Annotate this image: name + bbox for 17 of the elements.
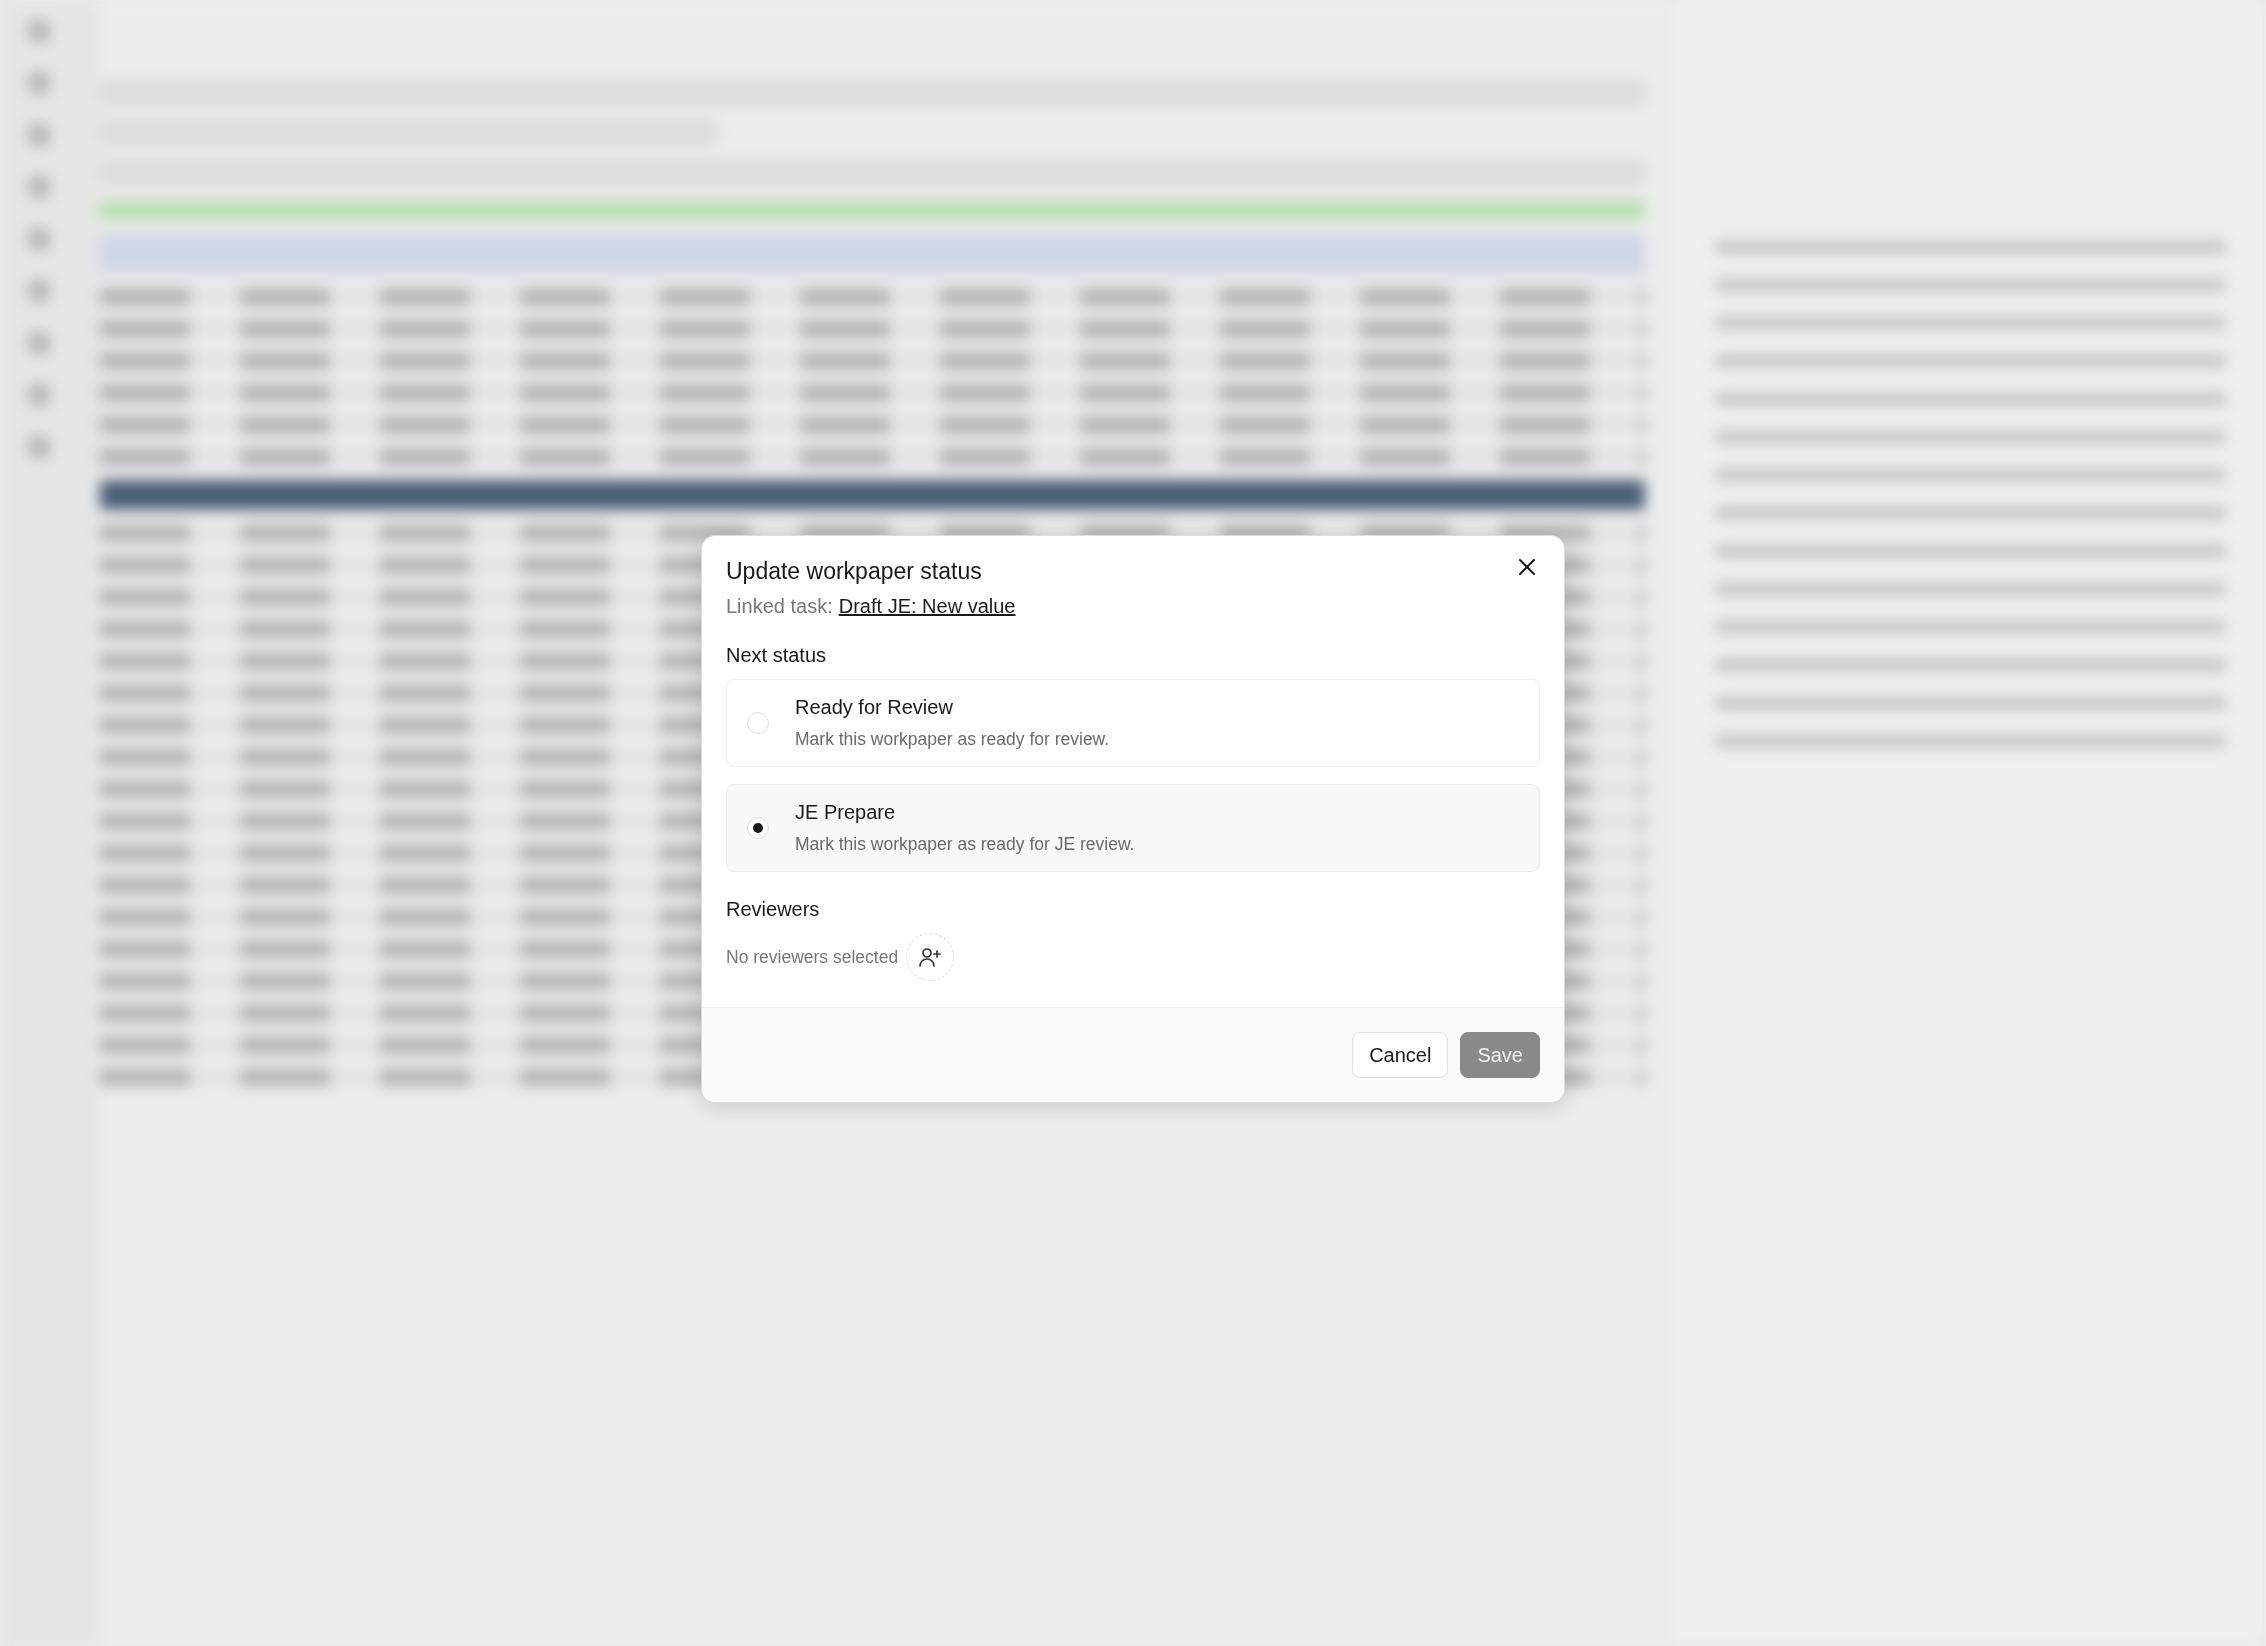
radio-button[interactable] bbox=[747, 712, 769, 734]
status-option[interactable]: JE Prepare Mark this workpaper as ready for JE review. bbox=[726, 784, 1540, 872]
radio-button[interactable] bbox=[747, 817, 769, 839]
option-label: Ready for Review bbox=[795, 696, 954, 719]
option-label: JE Prepare bbox=[795, 801, 897, 824]
cancel-button[interactable]: Cancel bbox=[1352, 1032, 1449, 1078]
next-status-heading: Next status bbox=[726, 644, 828, 667]
dialog-title: Update workpaper status bbox=[726, 558, 982, 585]
option-description: Mark this workpaper as ready for JE review. bbox=[795, 834, 1135, 855]
linked-task-link[interactable]: Draft JE: New value bbox=[838, 595, 1016, 618]
reviewers-heading: Reviewers bbox=[726, 898, 821, 921]
status-option[interactable]: Ready for Review Mark this workpaper as ready for review. bbox=[726, 679, 1540, 767]
close-icon bbox=[1518, 558, 1536, 576]
add-person-icon bbox=[918, 945, 943, 969]
linked-task-label: Linked task: bbox=[726, 595, 833, 618]
no-reviewers-text: No reviewers selected bbox=[726, 946, 899, 968]
option-description: Mark this workpaper as ready for review. bbox=[795, 729, 1110, 750]
